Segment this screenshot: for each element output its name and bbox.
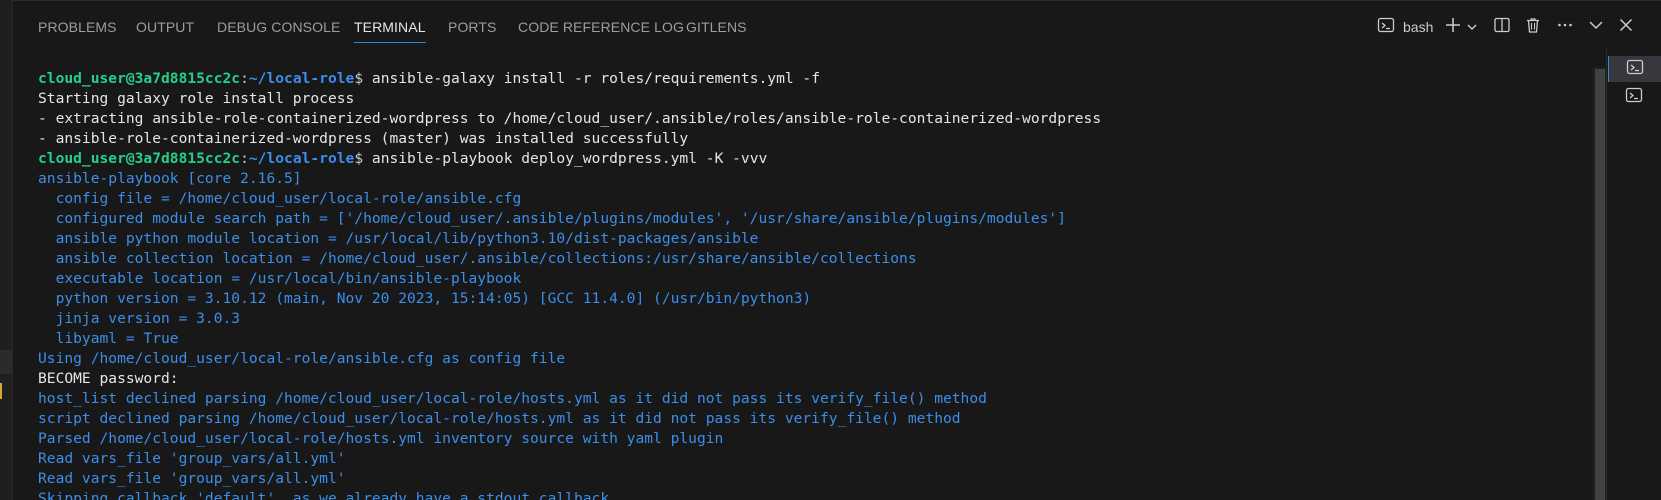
terminal-output[interactable]: cloud_user@3a7d8815cc2c:~/local-role$ an… <box>38 69 1578 500</box>
tab-debug-console[interactable]: DEBUG CONSOLE <box>217 19 340 35</box>
terminal-output-line: python version = 3.10.12 (main, Nov 20 2… <box>38 290 812 307</box>
terminal-icon <box>1626 58 1644 80</box>
terminal-output-line: Read vars_file 'group_vars/all.yml' <box>38 470 346 487</box>
terminal-panel: PROBLEMS OUTPUT DEBUG CONSOLE TERMINAL P… <box>0 0 1661 500</box>
tab-terminal[interactable]: TERMINAL <box>354 19 426 43</box>
terminal-output-line: libyaml = True <box>38 330 179 347</box>
terminal-icon <box>1377 16 1395 38</box>
edge-marker-warning <box>0 383 14 399</box>
terminal-session-1[interactable] <box>1608 56 1661 82</box>
terminal-output-line: ansible-playbook [core 2.16.5] <box>38 170 302 187</box>
terminal-session-list <box>1606 47 1661 500</box>
prompt-path: ~/local-role <box>248 70 355 87</box>
more-actions-button[interactable] <box>1556 15 1574 39</box>
kill-terminal-button[interactable] <box>1524 15 1542 39</box>
chevron-down-icon <box>1587 16 1605 38</box>
tab-gitlens[interactable]: GITLENS <box>686 19 747 35</box>
terminal-prompt-line: cloud_user@3a7d8815cc2c:~/local-role$ an… <box>38 70 821 87</box>
chevron-down-icon <box>1466 18 1478 37</box>
terminal-session-2[interactable] <box>1608 84 1660 110</box>
terminal-output-line: host_list declined parsing /home/cloud_u… <box>38 390 987 407</box>
terminal-output-line: ansible collection location = /home/clou… <box>38 250 917 267</box>
prompt-path: ~/local-role <box>248 150 355 167</box>
tab-problems[interactable]: PROBLEMS <box>38 19 117 35</box>
close-panel-button[interactable] <box>1617 15 1635 39</box>
terminal-output-line: BECOME password: <box>38 370 179 387</box>
terminal-output-line: Parsed /home/cloud_user/local-role/hosts… <box>38 430 724 447</box>
shell-name-label: bash <box>1403 19 1434 35</box>
terminal-output-line: Starting galaxy role install process <box>38 90 355 107</box>
plus-icon <box>1444 16 1462 38</box>
terminal-prompt-line: cloud_user@3a7d8815cc2c:~/local-role$ an… <box>38 150 768 167</box>
trash-icon <box>1524 16 1542 38</box>
tab-ports[interactable]: PORTS <box>448 19 496 35</box>
terminal-output-line: executable location = /usr/local/bin/ans… <box>38 270 522 287</box>
terminal-output-line: - extracting ansible-role-containerized-… <box>38 110 1102 127</box>
tab-output[interactable]: OUTPUT <box>136 19 194 35</box>
terminal-output-line: config file = /home/cloud_user/local-rol… <box>38 190 522 207</box>
terminal-command: ansible-galaxy install -r roles/requirem… <box>363 70 821 87</box>
terminal-output-line: Read vars_file 'group_vars/all.yml' <box>38 450 346 467</box>
terminal-icon <box>1625 86 1643 108</box>
terminal-output-line: Using /home/cloud_user/local-role/ansibl… <box>38 350 566 367</box>
split-icon <box>1493 16 1511 38</box>
launch-profile-button[interactable] <box>1466 15 1478 39</box>
more-icon <box>1556 16 1574 38</box>
editor-left-edge <box>0 0 13 500</box>
tab-code-reference-log[interactable]: CODE REFERENCE LOG <box>518 19 684 35</box>
terminal-output-line: script declined parsing /home/cloud_user… <box>38 410 961 427</box>
split-terminal-button[interactable] <box>1493 15 1511 39</box>
terminal-output-line: ansible python module location = /usr/lo… <box>38 230 759 247</box>
prompt-user: cloud_user@3a7d8815cc2c <box>38 70 241 87</box>
close-icon <box>1617 16 1635 38</box>
edge-marker <box>0 350 12 374</box>
terminal-output-line: configured module search path = ['/home/… <box>38 210 1066 227</box>
terminal-output-line: - ansible-role-containerized-wordpress (… <box>38 130 689 147</box>
new-terminal-button[interactable] <box>1444 15 1462 39</box>
maximize-panel-button[interactable] <box>1587 15 1605 39</box>
prompt-user: cloud_user@3a7d8815cc2c <box>38 150 241 167</box>
panel-tab-bar: PROBLEMS OUTPUT DEBUG CONSOLE TERMINAL P… <box>13 0 1661 54</box>
shell-selector[interactable]: bash <box>1377 15 1433 39</box>
terminal-output-line: jinja version = 3.0.3 <box>38 310 241 327</box>
terminal-command: ansible-playbook deploy_wordpress.yml -K… <box>363 150 768 167</box>
terminal-output-line: Skipping callback 'default', as we alrea… <box>38 490 618 500</box>
terminal-scrollbar-thumb[interactable] <box>1595 69 1605 500</box>
